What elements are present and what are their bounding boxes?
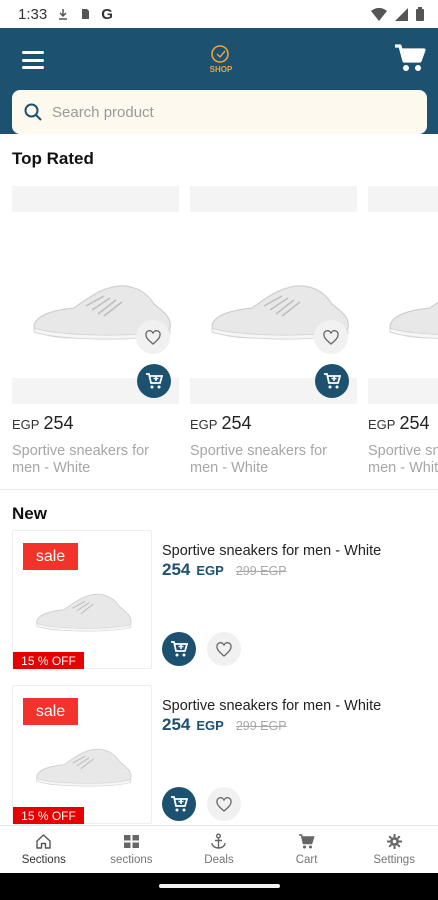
nav-label: Settings bbox=[373, 854, 415, 866]
product-image: sale 15 % OFF bbox=[12, 685, 152, 824]
product-price: EGP 254 bbox=[190, 413, 252, 434]
sim-card-icon bbox=[82, 9, 90, 19]
nav-item-deals[interactable]: Deals bbox=[175, 826, 263, 873]
product-name: Sportive sneakers for men - White bbox=[368, 443, 438, 476]
add-to-cart-button[interactable] bbox=[137, 364, 171, 398]
favorite-button[interactable] bbox=[314, 320, 348, 354]
menu-icon-line bbox=[22, 51, 44, 54]
currency: EGP bbox=[190, 417, 218, 432]
nav-item-sections-grid[interactable]: sections bbox=[88, 826, 176, 873]
image-placeholder-bar bbox=[368, 186, 438, 212]
sneaker-image bbox=[389, 301, 438, 339]
product-price: EGP 254 bbox=[12, 413, 74, 434]
search-bar[interactable] bbox=[12, 90, 427, 134]
image-placeholder-bar bbox=[190, 186, 357, 212]
nav-item-settings[interactable]: Settings bbox=[350, 826, 438, 873]
product-name: Sportive sneakers for men - White bbox=[12, 443, 150, 476]
search-input[interactable] bbox=[52, 103, 392, 121]
currency: EGP bbox=[368, 417, 396, 432]
battery-icon bbox=[416, 7, 424, 21]
bottom-navigation: Sections sections Deals Cart Settings bbox=[0, 825, 438, 873]
top-rated-title: Top Rated bbox=[12, 149, 94, 168]
add-cart-icon bbox=[146, 373, 163, 389]
heart-icon bbox=[216, 796, 232, 812]
discount-badge: 15 % OFF bbox=[13, 652, 84, 669]
system-navigation-bar bbox=[0, 873, 438, 900]
app-header: SHOP bbox=[0, 28, 438, 134]
menu-button[interactable] bbox=[22, 51, 44, 69]
price-value: 254 bbox=[162, 560, 191, 579]
add-cart-icon bbox=[171, 641, 188, 657]
currency: EGP bbox=[196, 718, 224, 733]
product-prices: 254 EGP 299 EGP bbox=[162, 560, 287, 580]
heart-icon bbox=[145, 329, 161, 345]
product-name: Sportive sneakers for men - White bbox=[162, 543, 382, 559]
nav-label: Cart bbox=[295, 854, 318, 866]
product-name: Sportive sneakers for men - White bbox=[190, 443, 328, 476]
add-to-cart-button[interactable] bbox=[315, 364, 349, 398]
heart-icon bbox=[323, 329, 339, 345]
discount-badge: 15 % OFF bbox=[13, 807, 84, 824]
add-to-cart-button[interactable] bbox=[162, 632, 196, 666]
product-card[interactable]: EGP 254 Sportive sneakers for men - Whit… bbox=[12, 186, 179, 486]
currency: EGP bbox=[12, 417, 40, 432]
nav-item-sections-home[interactable]: Sections bbox=[0, 826, 88, 873]
home-icon bbox=[36, 834, 51, 849]
product-name: Sportive sneakers for men - White bbox=[162, 698, 382, 714]
product-card[interactable]: EGP 254 Sportive sneakers for men - Whit… bbox=[190, 186, 357, 486]
search-icon bbox=[24, 103, 42, 121]
new-product-item[interactable]: sale 15 % OFF Sportive sneakers for men … bbox=[0, 685, 438, 830]
add-cart-icon bbox=[324, 373, 341, 389]
home-gesture-handle[interactable] bbox=[159, 884, 280, 888]
heart-icon bbox=[216, 641, 232, 657]
sale-badge: sale bbox=[23, 698, 78, 725]
currency: EGP bbox=[196, 563, 224, 578]
signal-icon bbox=[395, 7, 408, 21]
sneaker-image bbox=[36, 593, 132, 632]
product-card[interactable]: EGP 254 Sportive sneakers for men - Whit… bbox=[368, 186, 438, 486]
price-value: 254 bbox=[162, 715, 191, 734]
price-value: 254 bbox=[221, 413, 252, 433]
logo-text: SHOP bbox=[210, 65, 233, 74]
favorite-button[interactable] bbox=[207, 787, 241, 821]
product-image: sale 15 % OFF bbox=[12, 530, 152, 669]
status-time: 1:33 bbox=[18, 5, 48, 23]
grid-icon bbox=[123, 835, 139, 848]
sneaker-image bbox=[36, 748, 132, 787]
favorite-button[interactable] bbox=[207, 632, 241, 666]
price-value: 254 bbox=[43, 413, 74, 433]
image-placeholder-bar bbox=[368, 378, 438, 404]
nav-label: Sections bbox=[21, 854, 66, 866]
top-rated-list: EGP 254 Sportive sneakers for men - Whit… bbox=[12, 186, 438, 486]
image-placeholder-bar bbox=[12, 186, 179, 212]
download-icon bbox=[59, 9, 68, 20]
add-to-cart-button[interactable] bbox=[162, 787, 196, 821]
new-product-item[interactable]: sale 15 % OFF Sportive sneakers for men … bbox=[0, 530, 438, 675]
google-icon: G bbox=[101, 5, 113, 23]
old-price: 299 EGP bbox=[235, 719, 287, 733]
product-price: EGP 254 bbox=[368, 413, 430, 434]
price-value: 254 bbox=[399, 413, 430, 433]
cart-icon bbox=[299, 834, 315, 849]
gear-icon bbox=[386, 834, 402, 849]
nav-label: sections bbox=[110, 854, 153, 866]
shop-logo: SHOP bbox=[210, 45, 233, 74]
sale-badge: sale bbox=[23, 543, 78, 570]
wifi-icon bbox=[371, 7, 387, 21]
menu-icon-line bbox=[22, 58, 44, 62]
favorite-button[interactable] bbox=[136, 320, 170, 354]
old-price: 299 EGP bbox=[235, 564, 287, 578]
anchor-icon bbox=[211, 833, 227, 849]
nav-label: Deals bbox=[204, 854, 234, 866]
product-prices: 254 EGP 299 EGP bbox=[162, 715, 287, 735]
cart-icon[interactable] bbox=[394, 42, 426, 74]
add-cart-icon bbox=[171, 796, 188, 812]
section-divider bbox=[0, 489, 438, 490]
status-bar: 1:33 G bbox=[0, 0, 438, 28]
nav-item-cart[interactable]: Cart bbox=[263, 826, 351, 873]
menu-icon-line bbox=[22, 66, 44, 69]
new-section-title: New bbox=[12, 504, 47, 523]
